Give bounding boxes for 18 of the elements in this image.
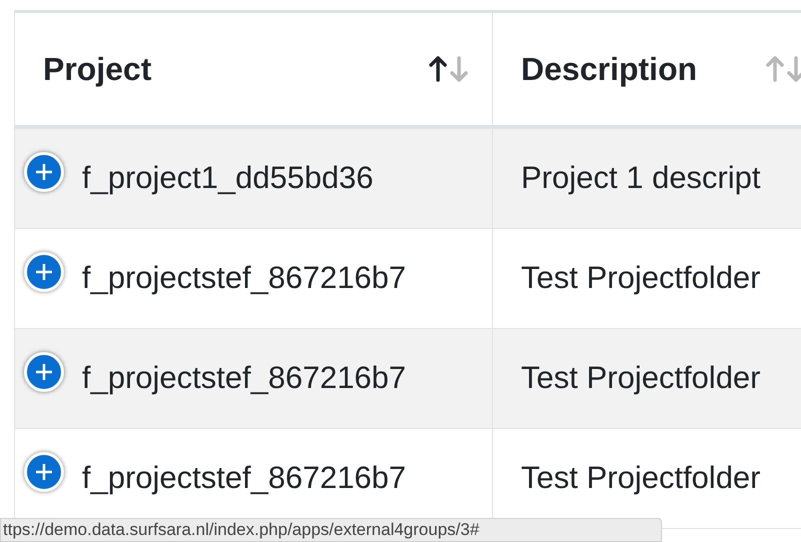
table-cell-text: f_projectstef_867216b7 — [82, 359, 406, 398]
plus-icon — [35, 162, 53, 180]
sort-icon[interactable] — [428, 54, 470, 84]
table-cell-text: f_project1_dd55bd36 — [82, 159, 374, 198]
url-tooltip: ttps://demo.data.surfsara.nl/index.php/apps/external4groups/3# — [0, 518, 662, 542]
expand-row-button[interactable] — [24, 352, 64, 392]
table-cell-text: Project 1 descript — [521, 159, 760, 198]
plus-icon — [35, 462, 53, 480]
expand-row-button[interactable] — [24, 152, 64, 192]
column-header[interactable]: Description — [521, 45, 698, 93]
table-cell-text: Test Projectfolder — [521, 259, 760, 298]
table-cell-text: Test Projectfolder — [521, 459, 760, 498]
table-cell-text: f_projectstef_867216b7 — [82, 459, 406, 498]
table-cell-text: f_projectstef_867216b7 — [82, 259, 406, 298]
plus-icon — [35, 262, 53, 280]
plus-icon — [35, 362, 53, 380]
table-cell-text: Test Projectfolder — [521, 359, 760, 398]
column-header[interactable]: Project — [43, 45, 152, 93]
